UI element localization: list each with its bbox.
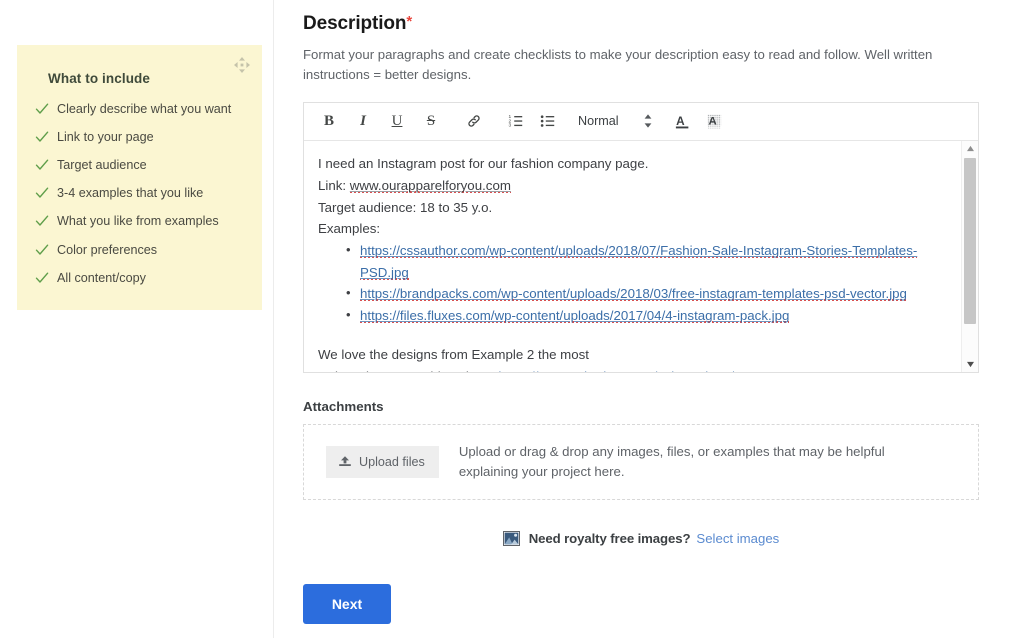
svg-text:A: A	[676, 114, 685, 128]
list-item: Color preferences	[35, 243, 244, 258]
editor-line: I need an Instagram post for our fashion…	[318, 153, 947, 175]
link-icon[interactable]	[461, 108, 487, 134]
check-icon	[35, 158, 49, 172]
editor-bullet-item: https://brandpacks.com/wp-content/upload…	[346, 283, 947, 305]
description-textarea[interactable]: I need an Instagram post for our fashion…	[304, 141, 961, 372]
dropzone-text: Upload or drag & drop any images, files,…	[459, 442, 929, 482]
attachments-title: Attachments	[303, 399, 979, 414]
next-button[interactable]: Next	[303, 584, 391, 624]
page-title: Description*	[303, 13, 979, 35]
scrollbar-thumb[interactable]	[964, 158, 976, 324]
include-list: Clearly describe what you want Link to y…	[35, 102, 244, 286]
editor-line-label: Color: Please use this palette:	[318, 369, 495, 372]
list-item: 3-4 examples that you like	[35, 186, 244, 201]
upload-files-label: Upload files	[359, 455, 425, 469]
check-icon	[35, 186, 49, 200]
strikethrough-button[interactable]: S	[417, 107, 445, 135]
editor-bullet-list: https://cssauthor.com/wp-content/uploads…	[318, 240, 947, 326]
svg-text:A: A	[709, 115, 717, 127]
what-to-include-card: What to include Clearly describe what yo…	[17, 45, 262, 310]
scroll-up-arrow-icon[interactable]	[962, 141, 978, 156]
editor-bullet-link[interactable]: https://files.fluxes.com/wp-content/uplo…	[360, 308, 789, 323]
list-item-label: All content/copy	[57, 271, 146, 286]
editor-line: Target audience: 18 to 35 y.o.	[318, 197, 947, 219]
text-highlight-icon[interactable]: A	[702, 108, 728, 134]
list-item-label: Target audience	[57, 158, 147, 173]
list-item: Target audience	[35, 158, 244, 173]
editor-body-wrapper: I need an Instagram post for our fashion…	[304, 141, 978, 372]
list-item: What you like from examples	[35, 214, 244, 229]
sidebar: What to include Clearly describe what yo…	[0, 0, 274, 638]
royalty-free-images-row: Need royalty free images? Select images	[303, 531, 979, 546]
check-icon	[35, 243, 49, 257]
editor-line: Link: www.ourapparelforyou.com	[318, 175, 947, 197]
editor-bullet-item: https://cssauthor.com/wp-content/uploads…	[346, 240, 947, 283]
description-editor: B I U S	[303, 102, 979, 373]
editor-blank-line	[318, 326, 947, 344]
editor-line: We love the designs from Example 2 the m…	[318, 344, 947, 366]
list-item-label: Color preferences	[57, 243, 157, 258]
list-item-label: What you like from examples	[57, 214, 219, 229]
svg-text:3: 3	[509, 123, 512, 129]
editor-bullet-link[interactable]: https://brandpacks.com/wp-content/upload…	[360, 286, 907, 301]
list-item: Clearly describe what you want	[35, 102, 244, 117]
check-icon	[35, 102, 49, 116]
upload-files-button[interactable]: Upload files	[326, 446, 439, 478]
check-icon	[35, 214, 49, 228]
picture-icon	[503, 531, 520, 546]
page-title-text: Description	[303, 13, 406, 34]
editor-inline-link[interactable]: www.ourapparelforyou.com	[350, 178, 511, 193]
page-root: What to include Clearly describe what yo…	[0, 0, 1024, 638]
list-item: Link to your page	[35, 130, 244, 145]
list-item-label: Link to your page	[57, 130, 154, 145]
list-item-label: Clearly describe what you want	[57, 102, 231, 117]
underline-button[interactable]: U	[383, 107, 411, 135]
editor-line-label: Link:	[318, 178, 346, 193]
editor-scrollbar[interactable]	[961, 141, 978, 372]
scroll-down-arrow-icon[interactable]	[962, 357, 978, 372]
required-marker: *	[406, 13, 412, 30]
editor-line: Color: Please use this palette: https://…	[318, 366, 947, 372]
editor-line: Examples:	[318, 218, 947, 240]
upload-icon	[338, 455, 352, 469]
editor-toolbar: B I U S	[304, 103, 978, 141]
editor-bullet-link[interactable]: https://cssauthor.com/wp-content/uploads…	[360, 243, 917, 280]
stepper-updown-icon[interactable]	[641, 112, 655, 130]
font-color-icon[interactable]: A	[670, 108, 696, 134]
card-title: What to include	[48, 71, 244, 86]
list-item: All content/copy	[35, 271, 244, 286]
editor-bullet-item: https://files.fluxes.com/wp-content/uplo…	[346, 305, 947, 327]
editor-inline-link[interactable]: https://www.color-hex.com/color-palette/…	[498, 369, 771, 372]
royalty-text: Need royalty free images?	[529, 531, 691, 546]
list-item-label: 3-4 examples that you like	[57, 186, 203, 201]
ordered-list-icon[interactable]: 1 2 3	[503, 108, 529, 134]
format-select[interactable]: Normal	[578, 112, 655, 130]
check-icon	[35, 130, 49, 144]
check-icon	[35, 271, 49, 285]
main-content: Description* Format your paragraphs and …	[274, 0, 1024, 638]
attachments-dropzone[interactable]: Upload files Upload or drag & drop any i…	[303, 424, 979, 500]
format-select-value: Normal	[578, 114, 619, 128]
select-images-link[interactable]: Select images	[696, 531, 779, 546]
bullet-list-icon[interactable]	[535, 108, 561, 134]
bold-button[interactable]: B	[315, 107, 343, 135]
section-help-text: Format your paragraphs and create checkl…	[303, 45, 973, 86]
italic-button[interactable]: I	[349, 107, 377, 135]
move-icon[interactable]	[234, 57, 250, 73]
